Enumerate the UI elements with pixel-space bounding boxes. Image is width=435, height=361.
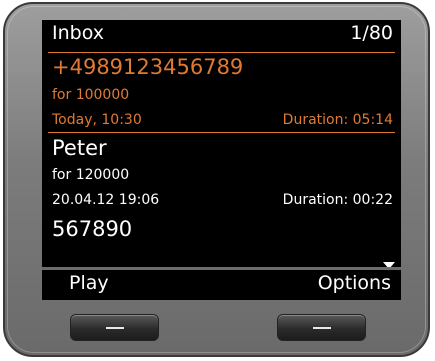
phone-device: Inbox 1/80 +4989123456789 for 100000 Tod… bbox=[3, 2, 430, 357]
separator bbox=[48, 132, 395, 133]
message-1-duration: Duration: 05:14 bbox=[282, 112, 393, 128]
softkey-bar: Play Options bbox=[42, 267, 401, 300]
page-title: Inbox bbox=[52, 22, 104, 44]
display-screen: Inbox 1/80 +4989123456789 for 100000 Tod… bbox=[42, 20, 401, 300]
message-counter: 1/80 bbox=[350, 22, 393, 44]
message-2-for: for 120000 bbox=[52, 167, 130, 183]
left-softkey-button[interactable] bbox=[70, 314, 159, 341]
message-1-caller[interactable]: +4989123456789 bbox=[52, 55, 393, 79]
minus-icon bbox=[313, 327, 331, 329]
right-softkey-button[interactable] bbox=[277, 314, 366, 341]
message-1-for: for 100000 bbox=[52, 87, 130, 103]
softkey-play[interactable]: Play bbox=[69, 272, 109, 294]
message-2-caller[interactable]: Peter bbox=[52, 136, 393, 160]
softkey-options[interactable]: Options bbox=[318, 272, 391, 294]
message-3-caller[interactable]: 567890 bbox=[52, 217, 393, 241]
minus-icon bbox=[106, 327, 124, 329]
separator bbox=[48, 52, 395, 53]
message-2-duration: Duration: 00:22 bbox=[282, 192, 393, 208]
title-bar: Inbox 1/80 bbox=[42, 20, 401, 54]
